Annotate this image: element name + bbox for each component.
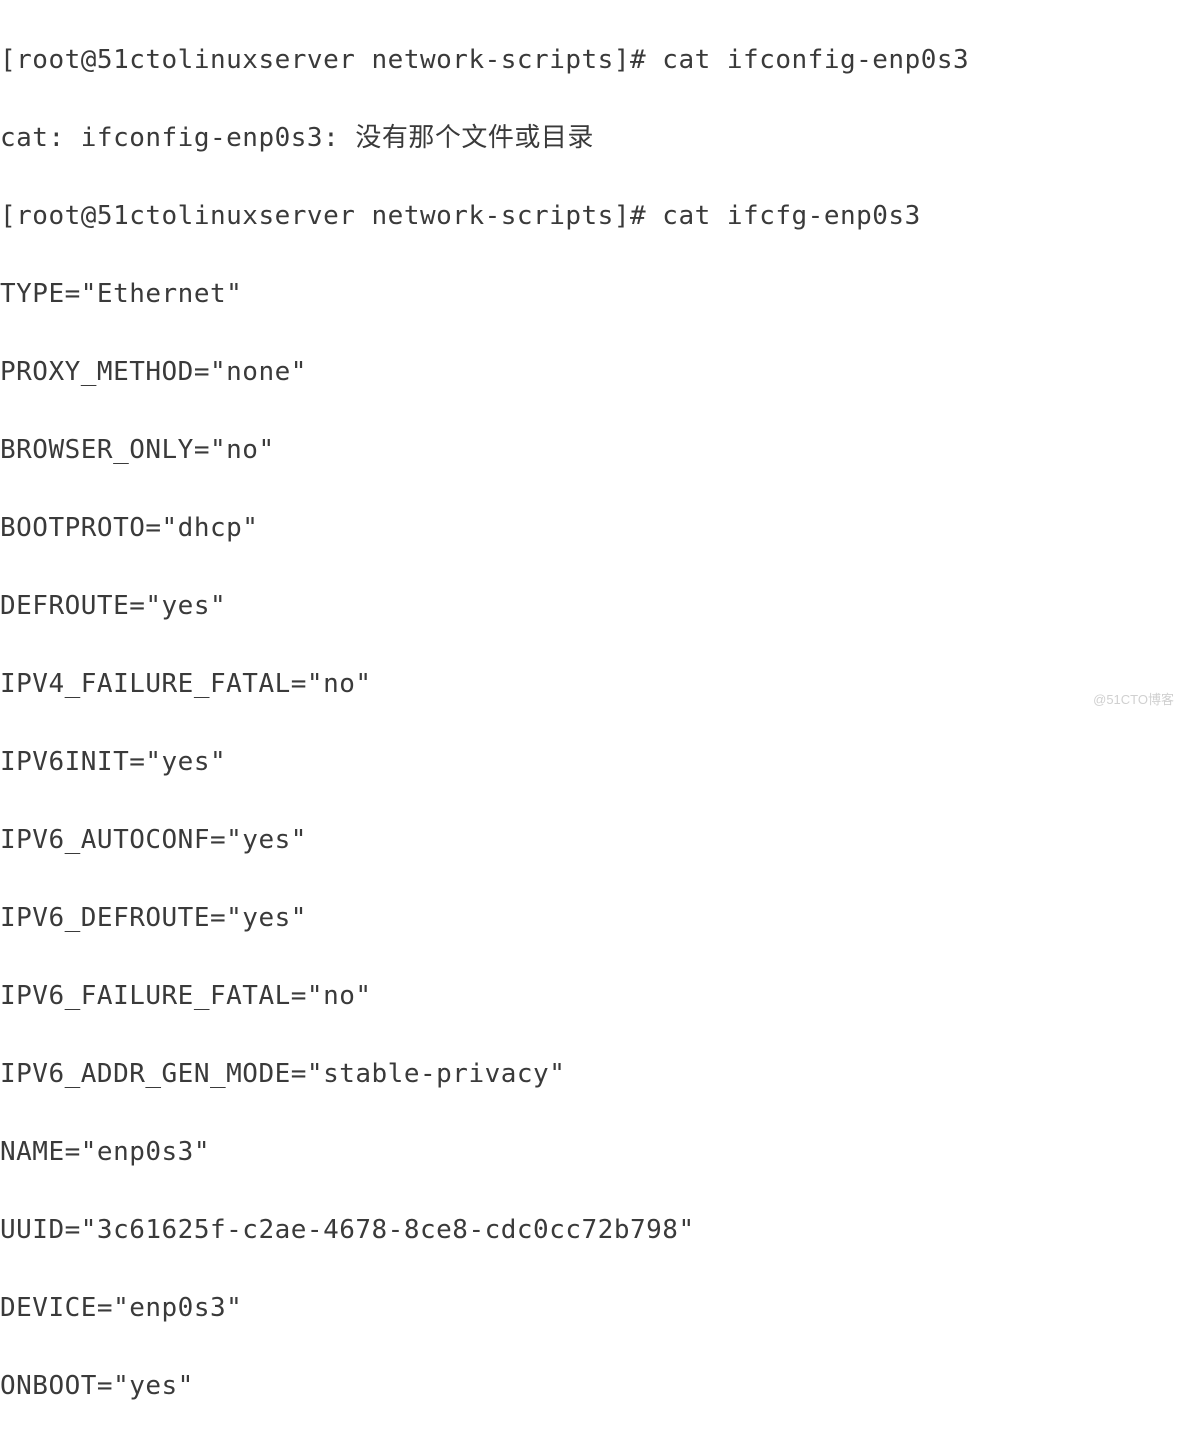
terminal-line: IPV4_FAILURE_FATAL="no"	[0, 665, 1184, 704]
terminal-line: IPV6_DEFROUTE="yes"	[0, 899, 1184, 938]
terminal-line: [root@51ctolinuxserver network-scripts]#…	[0, 197, 1184, 236]
terminal-line: TYPE="Ethernet"	[0, 275, 1184, 314]
terminal-output[interactable]: [root@51ctolinuxserver network-scripts]#…	[0, 0, 1184, 1430]
terminal-line: BROWSER_ONLY="no"	[0, 431, 1184, 470]
terminal-line: PROXY_METHOD="none"	[0, 353, 1184, 392]
terminal-line: IPV6_FAILURE_FATAL="no"	[0, 977, 1184, 1016]
terminal-line: [root@51ctolinuxserver network-scripts]#…	[0, 41, 1184, 80]
terminal-line: ONBOOT="yes"	[0, 1367, 1184, 1406]
terminal-line: NAME="enp0s3"	[0, 1133, 1184, 1172]
terminal-line: DEFROUTE="yes"	[0, 587, 1184, 626]
watermark-text: @51CTO博客	[1093, 690, 1174, 710]
terminal-line: cat: ifconfig-enp0s3: 没有那个文件或目录	[0, 119, 1184, 158]
terminal-line: IPV6_ADDR_GEN_MODE="stable-privacy"	[0, 1055, 1184, 1094]
terminal-line: UUID="3c61625f-c2ae-4678-8ce8-cdc0cc72b7…	[0, 1211, 1184, 1250]
terminal-line: IPV6INIT="yes"	[0, 743, 1184, 782]
terminal-line: DEVICE="enp0s3"	[0, 1289, 1184, 1328]
terminal-line: BOOTPROTO="dhcp"	[0, 509, 1184, 548]
terminal-line: IPV6_AUTOCONF="yes"	[0, 821, 1184, 860]
